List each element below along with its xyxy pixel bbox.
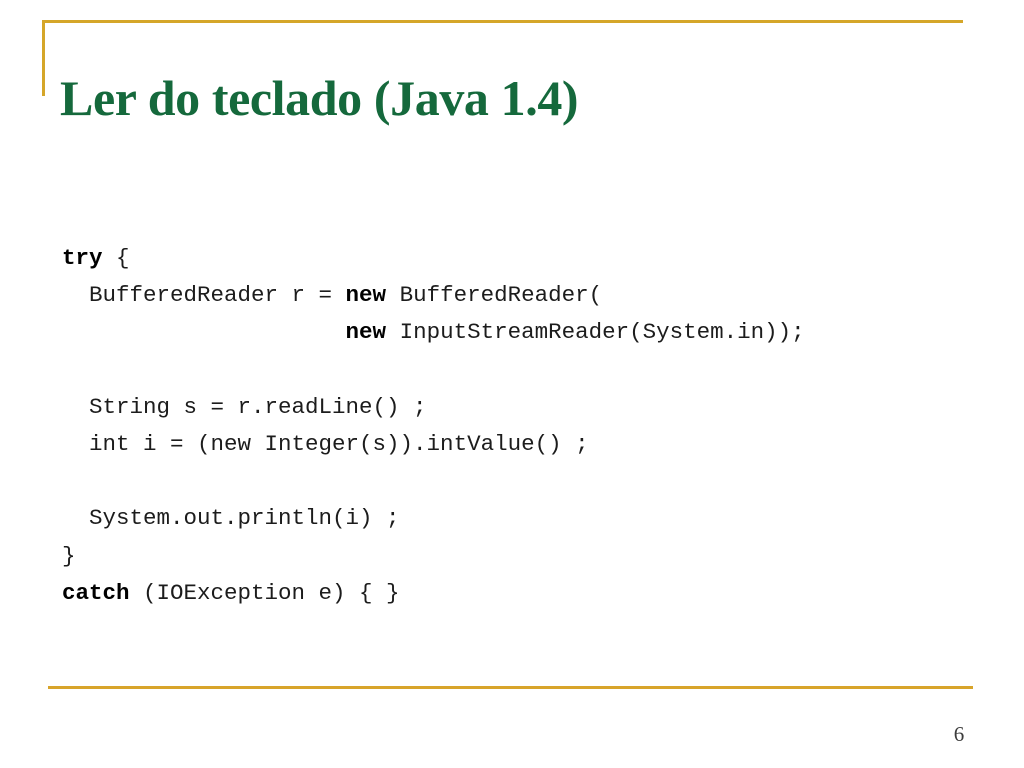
line-inputstreamreader: new InputStreamReader(System.in)); [62,314,805,351]
line-readline: String s = r.readLine() ; [62,389,805,426]
page-number: 6 [953,722,965,746]
line-catch: catch (IOException e) { } [62,575,805,612]
code-text: InputStreamReader(System.in)); [386,319,805,346]
line-intvalue: int i = (new Integer(s)).intValue() ; [62,426,805,463]
code-keyword: catch [62,579,130,606]
line-close-brace: } [62,538,805,575]
line-blank-2 [62,463,805,500]
code-text: } [62,542,76,569]
page-title: Ler do teclado (Java 1.4) [60,69,579,126]
line-try: try { [62,240,805,277]
slide-canvas: Ler do teclado (Java 1.4) try { Buffered… [0,0,1024,768]
footer-rule [48,686,973,689]
line-println: System.out.println(i) ; [62,500,805,537]
code-text: (IOException e) { } [129,579,400,606]
code-keyword: new [345,282,387,309]
code-block: try { BufferedReader r = new BufferedRea… [62,240,805,612]
code-text: { [102,245,130,271]
code-text: String s = r.readLine() ; [62,393,427,420]
line-blank-1 [62,352,805,389]
code-keyword: try [62,245,103,271]
line-bufferedreader: BufferedReader r = new BufferedReader( [62,277,805,314]
code-text: int i = (new Integer(s)).intValue() ; [62,431,589,458]
code-text: System.out.println(i) ; [62,505,400,532]
header-left-rule [42,20,45,96]
code-text: BufferedReader( [386,282,603,309]
code-keyword: new [345,319,387,346]
code-text: BufferedReader r = [62,282,346,309]
header-top-rule [42,20,963,23]
